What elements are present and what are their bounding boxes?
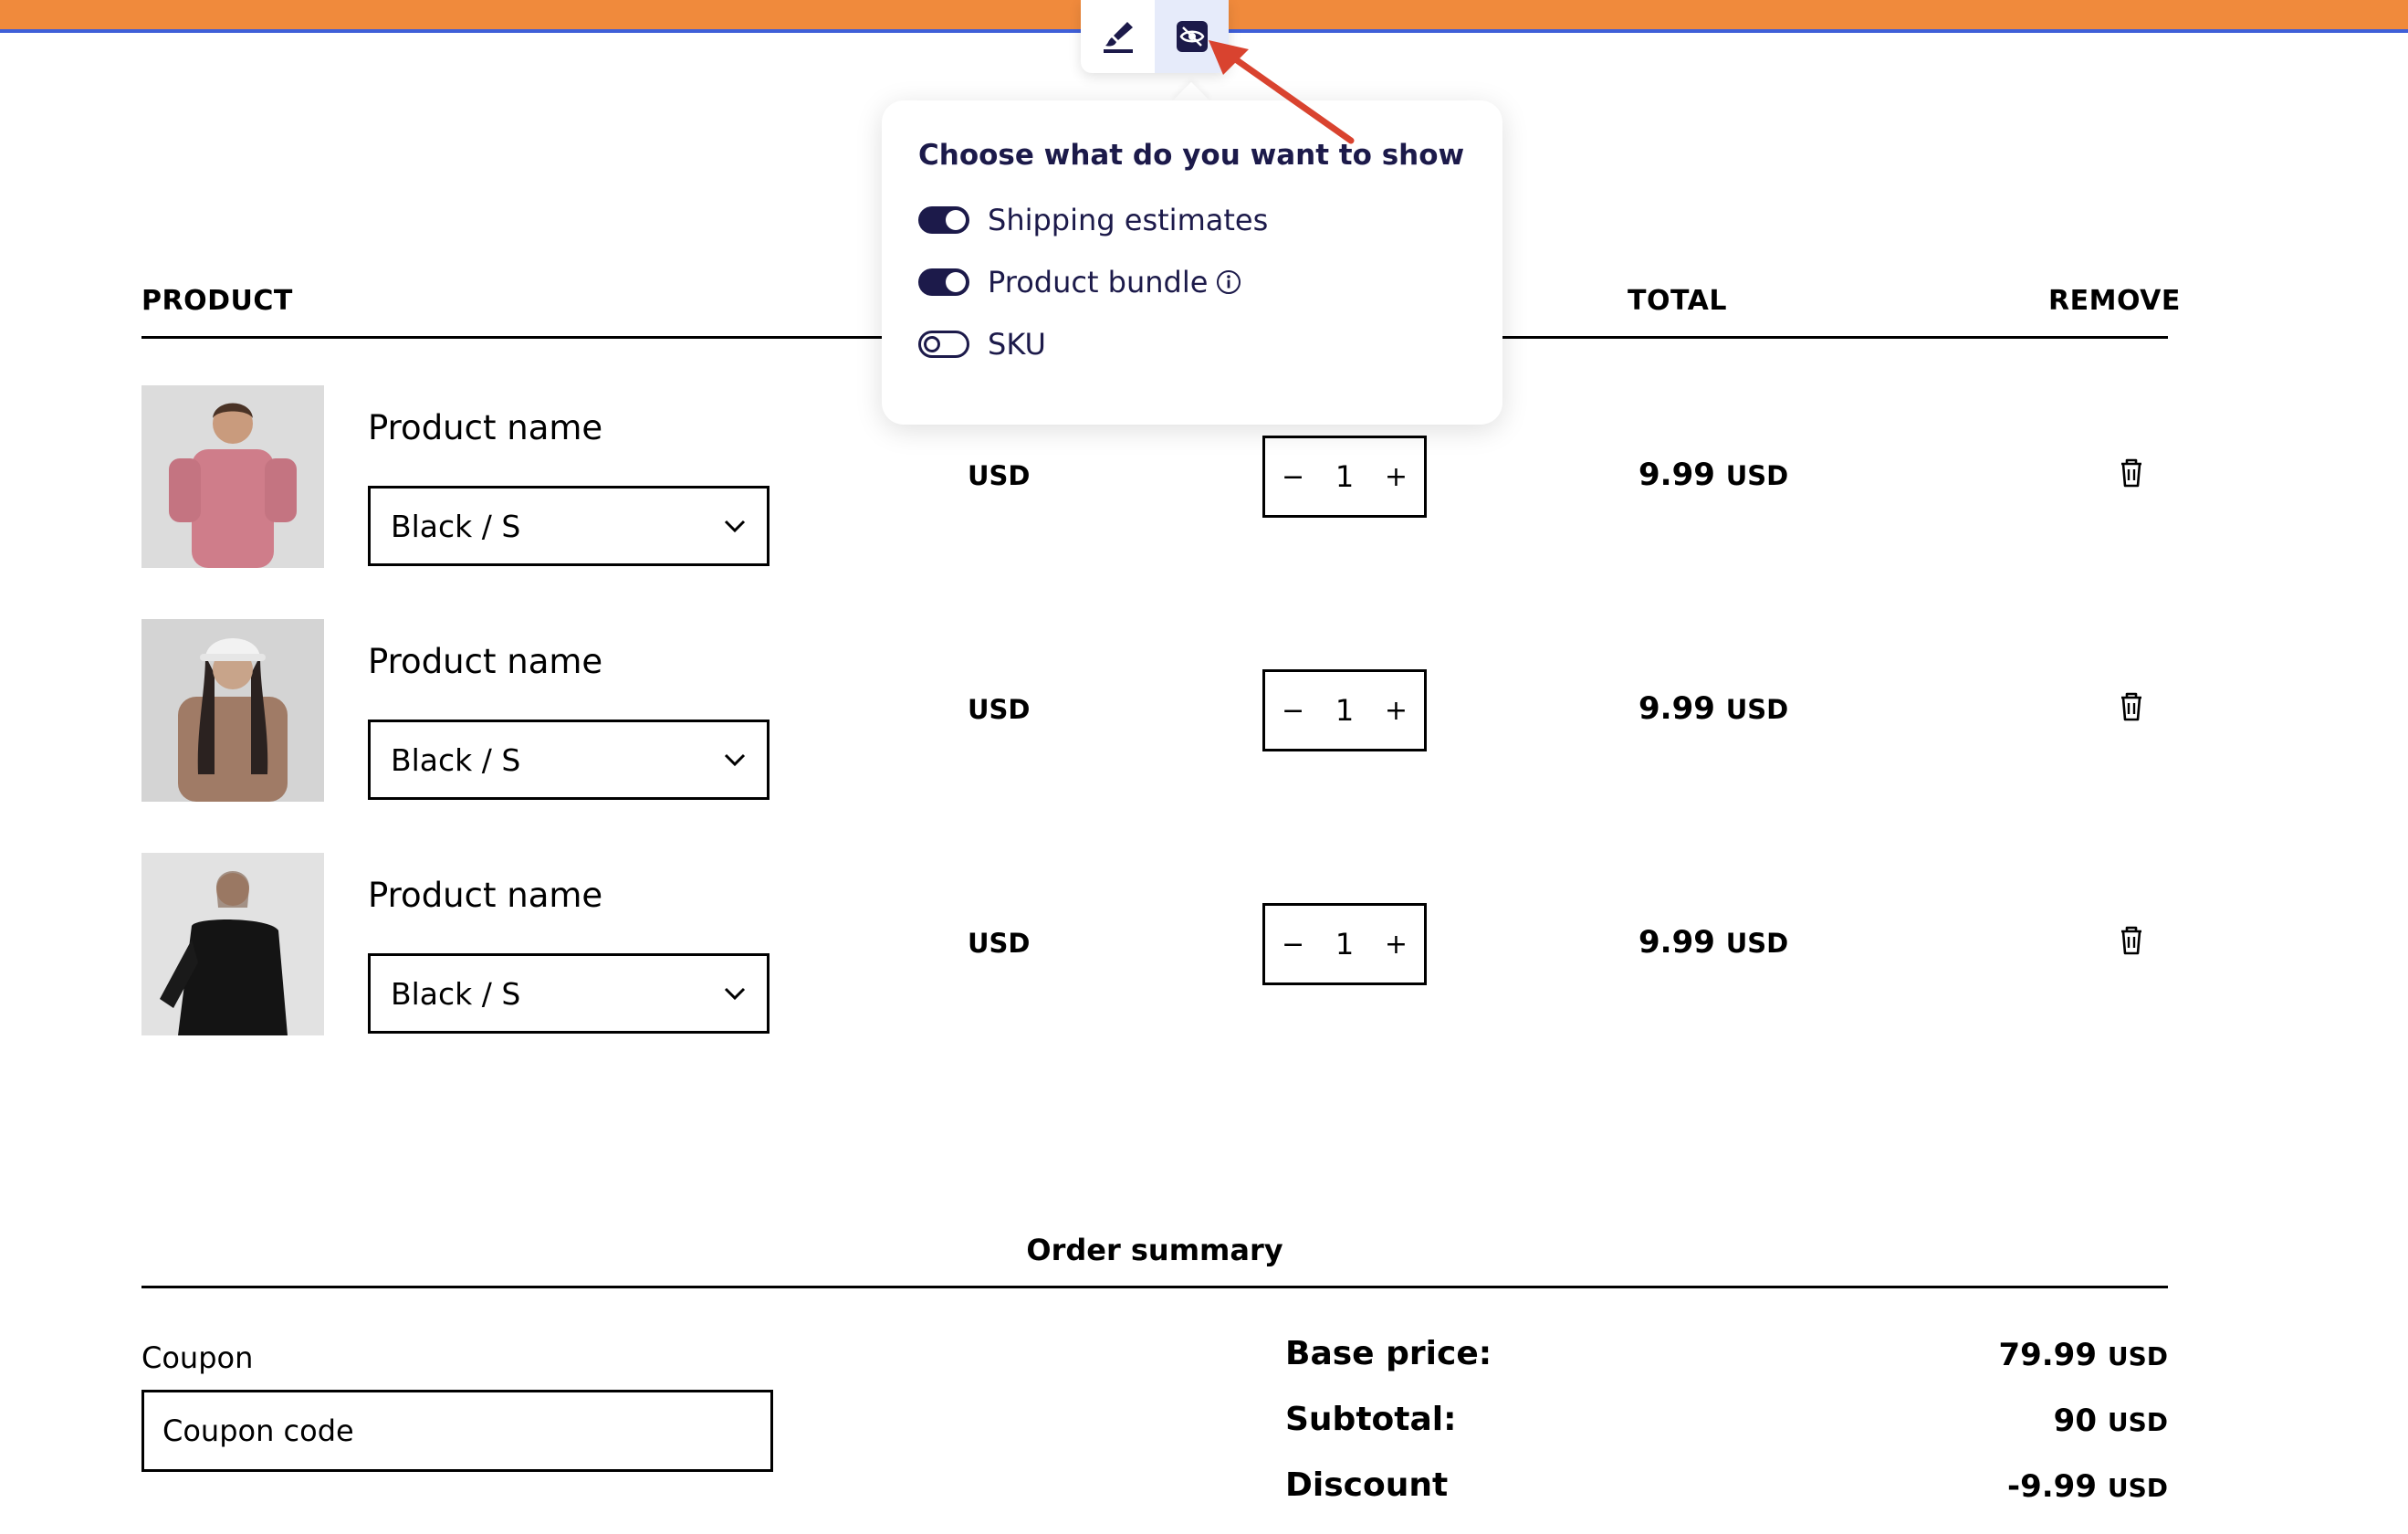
total-currency: USD: [1725, 694, 1789, 725]
product-image: [141, 619, 324, 802]
decrement-button[interactable]: −: [1282, 695, 1304, 727]
currency: USD: [2107, 1407, 2168, 1437]
chevron-down-icon: [724, 753, 746, 767]
value: -9.99: [2007, 1468, 2097, 1505]
option-label: Product bundle: [988, 265, 1209, 299]
option-shipping-estimates[interactable]: Shipping estimates: [918, 203, 1268, 237]
product-name: Product name: [368, 642, 603, 681]
row-total: 9.99 USD: [1638, 690, 1788, 727]
product-image: [141, 385, 324, 568]
quantity-value[interactable]: 1: [1335, 927, 1354, 961]
cart-row: Product name Black / S USD − 1 + 9.99 US…: [141, 619, 2168, 802]
row-total: 9.99 USD: [1638, 457, 1788, 493]
row-total: 9.99 USD: [1638, 924, 1788, 961]
brush-icon: [1103, 22, 1133, 53]
total-value: 9.99: [1638, 690, 1715, 727]
option-product-bundle[interactable]: Product bundle: [918, 265, 1242, 299]
cart-row: Product name Black / S USD − 1 + 9.99 US…: [141, 853, 2168, 1035]
coupon-label: Coupon: [141, 1340, 254, 1375]
popover-title: Choose what do you want to show: [918, 139, 1465, 172]
option-sku[interactable]: SKU: [918, 327, 1046, 362]
trash-icon[interactable]: [2113, 921, 2150, 958]
total-value: 9.99: [1638, 924, 1715, 961]
variant-select[interactable]: Black / S: [368, 720, 770, 800]
price-currency: USD: [968, 928, 1031, 959]
visibility-popover: Choose what do you want to show Shipping…: [882, 100, 1502, 425]
product-image: [141, 853, 324, 1035]
order-summary-title: Order summary: [1026, 1233, 1283, 1267]
base-price-label: Base price:: [1285, 1335, 1492, 1372]
currency: USD: [2107, 1473, 2168, 1503]
variant-value: Black / S: [391, 975, 521, 1012]
quantity-stepper: − 1 +: [1262, 436, 1427, 518]
annotation-arrow: [1209, 40, 1355, 144]
subtotal-value: 90 USD: [2054, 1403, 2168, 1439]
increment-button[interactable]: +: [1385, 929, 1408, 961]
order-summary-divider: [141, 1286, 2168, 1288]
increment-button[interactable]: +: [1385, 695, 1408, 727]
total-currency: USD: [1725, 460, 1789, 491]
quantity-stepper: − 1 +: [1262, 903, 1427, 985]
quantity-value[interactable]: 1: [1335, 693, 1354, 728]
discount-value: -9.99 USD: [2007, 1468, 2168, 1505]
quantity-stepper: − 1 +: [1262, 669, 1427, 751]
total-value: 9.99: [1638, 457, 1715, 493]
subtotal-label: Subtotal:: [1285, 1401, 1457, 1438]
product-bundle-toggle[interactable]: [918, 268, 969, 296]
trash-icon[interactable]: [2113, 688, 2150, 724]
option-label: Shipping estimates: [988, 203, 1269, 237]
chevron-down-icon: [724, 520, 746, 533]
variant-value: Black / S: [391, 508, 521, 544]
base-price-value: 79.99 USD: [1998, 1337, 2168, 1373]
shipping-estimates-toggle[interactable]: [918, 206, 969, 234]
decrement-button[interactable]: −: [1282, 461, 1304, 493]
discount-label: Discount: [1285, 1466, 1449, 1504]
currency: USD: [2107, 1341, 2168, 1371]
increment-button[interactable]: +: [1385, 461, 1408, 493]
price-currency: USD: [968, 694, 1031, 725]
option-label: SKU: [988, 327, 1046, 362]
chevron-down-icon: [724, 987, 746, 1001]
header-total: TOTAL: [1628, 285, 1727, 317]
variant-value: Black / S: [391, 741, 521, 778]
product-name: Product name: [368, 876, 603, 915]
total-currency: USD: [1725, 928, 1789, 959]
product-name: Product name: [368, 408, 603, 447]
value: 90: [2053, 1403, 2097, 1439]
price-currency: USD: [968, 460, 1031, 491]
info-icon[interactable]: [1215, 268, 1242, 296]
quantity-value[interactable]: 1: [1335, 459, 1354, 494]
value: 79.99: [1998, 1337, 2097, 1373]
header-product: PRODUCT: [141, 285, 293, 317]
variant-select[interactable]: Black / S: [368, 953, 770, 1034]
style-tool-button[interactable]: [1081, 0, 1155, 73]
coupon-input[interactable]: Coupon code: [141, 1390, 773, 1472]
sku-toggle[interactable]: [918, 331, 969, 358]
variant-select[interactable]: Black / S: [368, 486, 770, 566]
header-remove: REMOVE: [2048, 285, 2181, 317]
decrement-button[interactable]: −: [1282, 929, 1304, 961]
trash-icon[interactable]: [2113, 454, 2150, 490]
